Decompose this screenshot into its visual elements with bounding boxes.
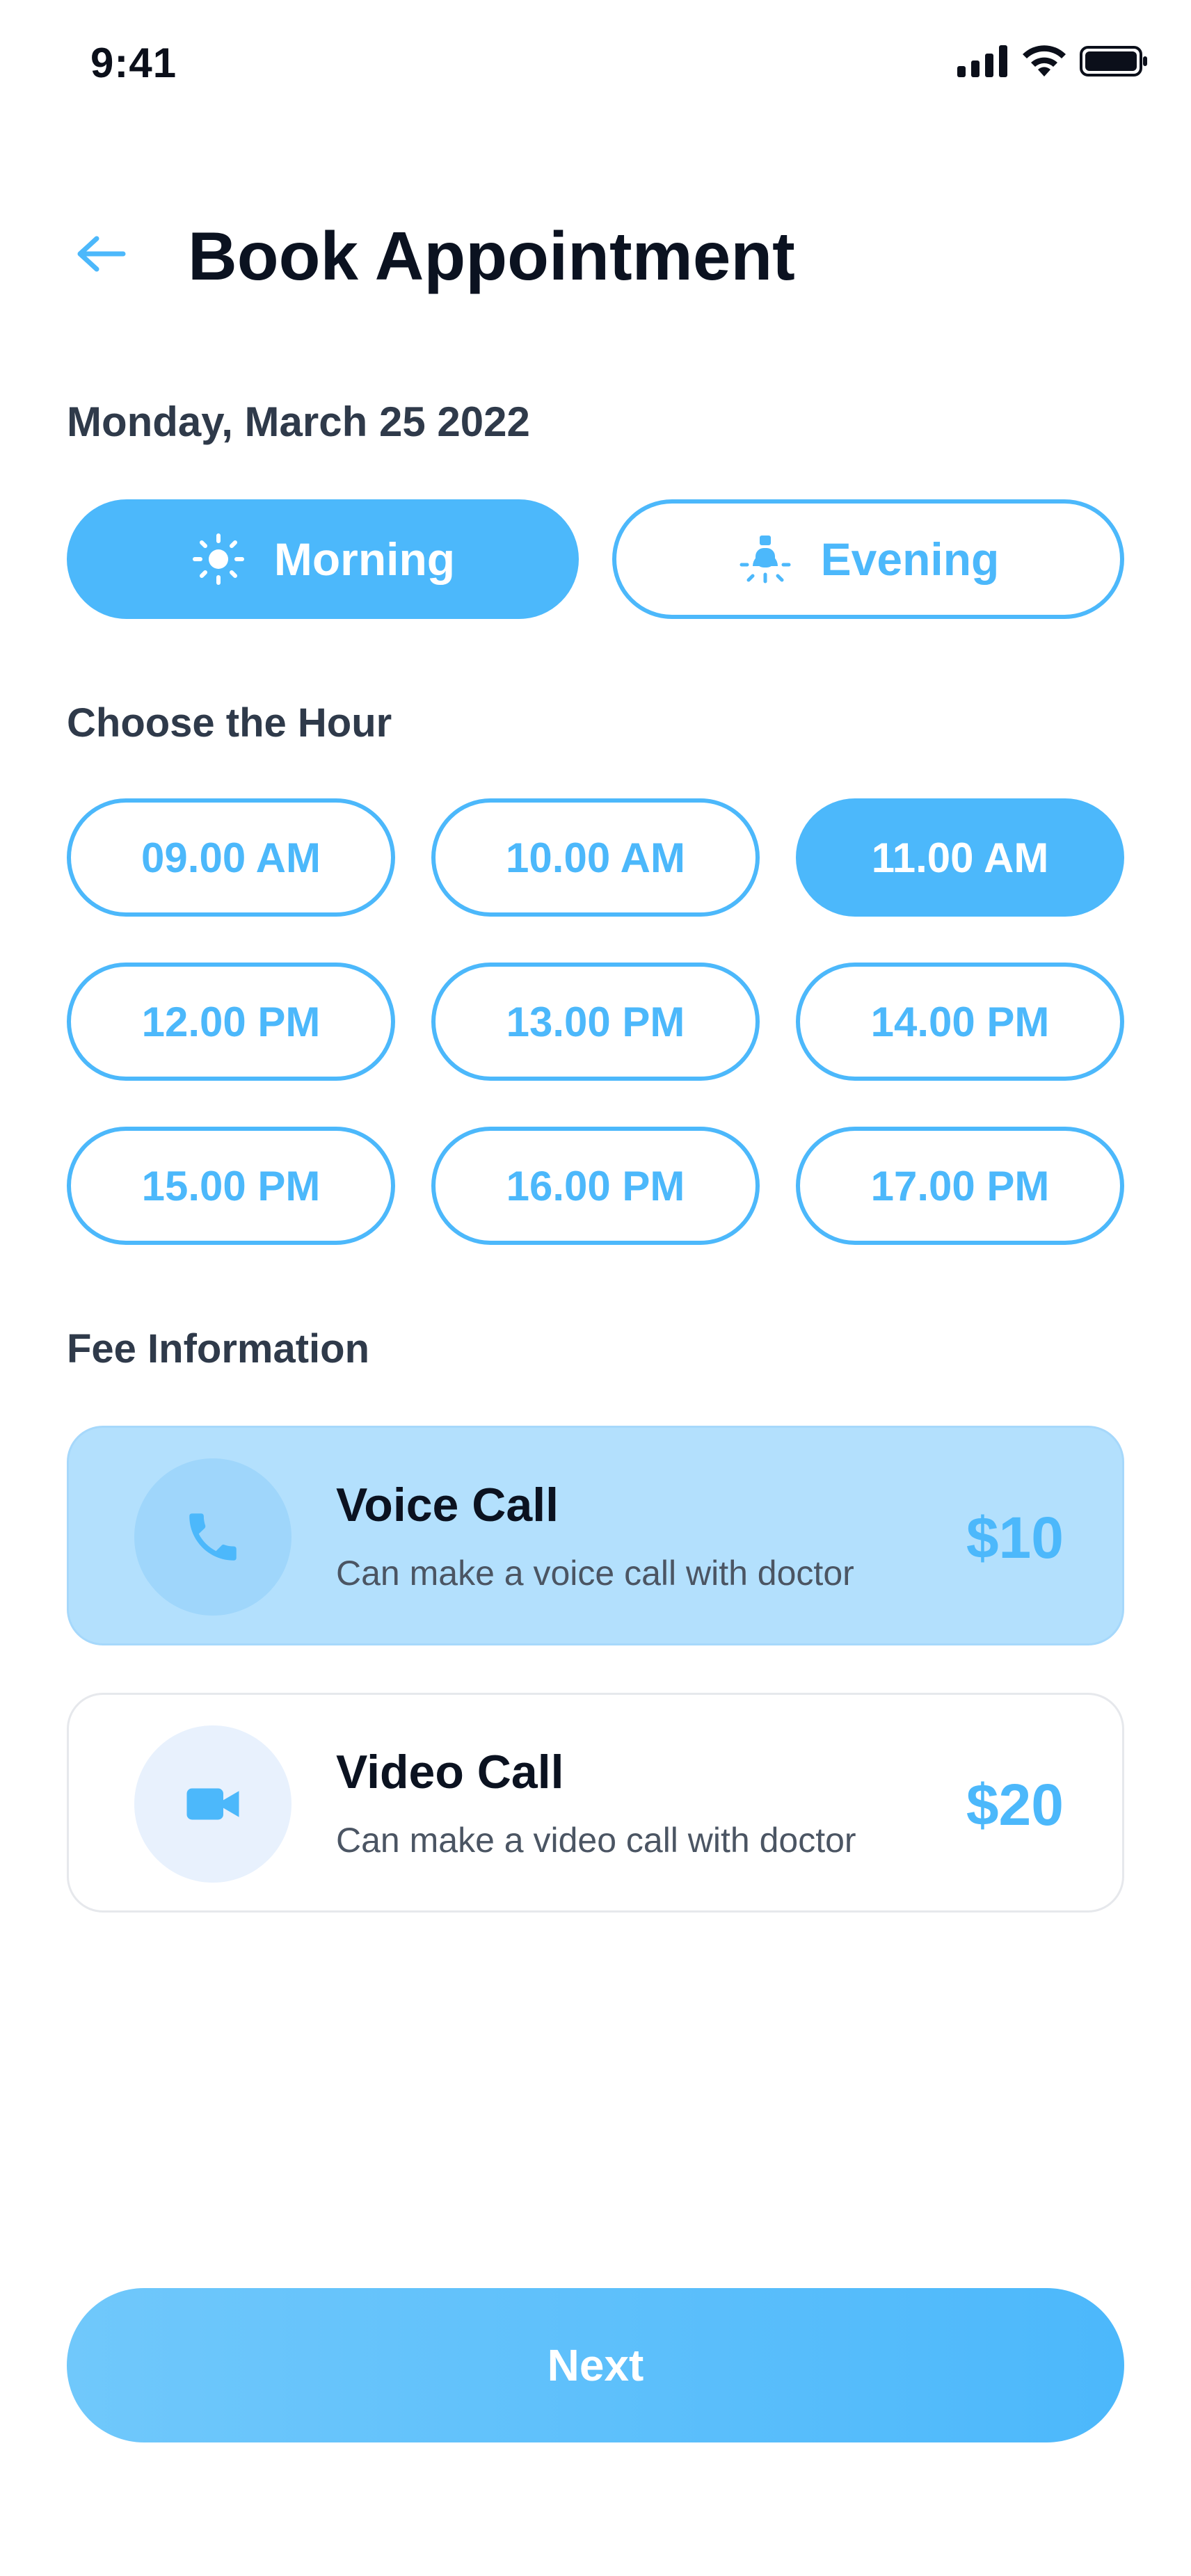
video-call-icon-badge — [134, 1725, 291, 1883]
sun-icon — [192, 533, 244, 585]
lamp-icon — [740, 536, 791, 583]
back-button[interactable] — [70, 223, 132, 285]
status-icons — [957, 45, 1149, 78]
page-title: Book Appointment — [188, 218, 795, 294]
evening-label: Evening — [820, 533, 1000, 585]
phone-icon — [189, 1513, 237, 1561]
video-call-title: Video Call — [336, 1746, 564, 1798]
arrow-left-icon — [77, 236, 126, 272]
cellular-signal-icon — [957, 45, 1007, 77]
hour-slot[interactable]: 17.00 PM — [796, 1127, 1124, 1245]
video-camera-icon — [186, 1788, 239, 1820]
date-label: Monday, March 25 2022 — [67, 399, 530, 445]
voice-call-option[interactable]: Voice Call Can make a voice call with do… — [67, 1426, 1124, 1645]
hour-slot[interactable]: 13.00 PM — [431, 963, 760, 1081]
hour-slot[interactable]: 16.00 PM — [431, 1127, 760, 1245]
hour-slot-selected[interactable]: 11.00 AM — [796, 798, 1124, 917]
hour-slot[interactable]: 14.00 PM — [796, 963, 1124, 1081]
next-button[interactable]: Next — [67, 2288, 1124, 2442]
morning-toggle[interactable]: Morning — [67, 499, 579, 619]
fee-information-label: Fee Information — [67, 1326, 370, 1371]
hour-slot[interactable]: 12.00 PM — [67, 963, 395, 1081]
choose-hour-label: Choose the Hour — [67, 700, 392, 746]
morning-label: Morning — [273, 533, 456, 585]
video-call-option[interactable]: Video Call Can make a video call with do… — [67, 1693, 1124, 1913]
voice-call-price: $10 — [966, 1505, 1064, 1570]
voice-call-description: Can make a voice call with doctor — [336, 1554, 854, 1593]
evening-toggle[interactable]: Evening — [612, 499, 1124, 619]
voice-call-title: Voice Call — [336, 1479, 559, 1531]
video-call-price: $20 — [966, 1772, 1064, 1837]
voice-call-icon-badge — [134, 1458, 291, 1616]
battery-icon — [1080, 46, 1147, 77]
wifi-icon — [1023, 45, 1066, 77]
hour-slot[interactable]: 15.00 PM — [67, 1127, 395, 1245]
status-time: 9:41 — [90, 40, 177, 86]
video-call-description: Can make a video call with doctor — [336, 1821, 856, 1860]
hour-slot[interactable]: 09.00 AM — [67, 798, 395, 917]
hour-slot[interactable]: 10.00 AM — [431, 798, 760, 917]
